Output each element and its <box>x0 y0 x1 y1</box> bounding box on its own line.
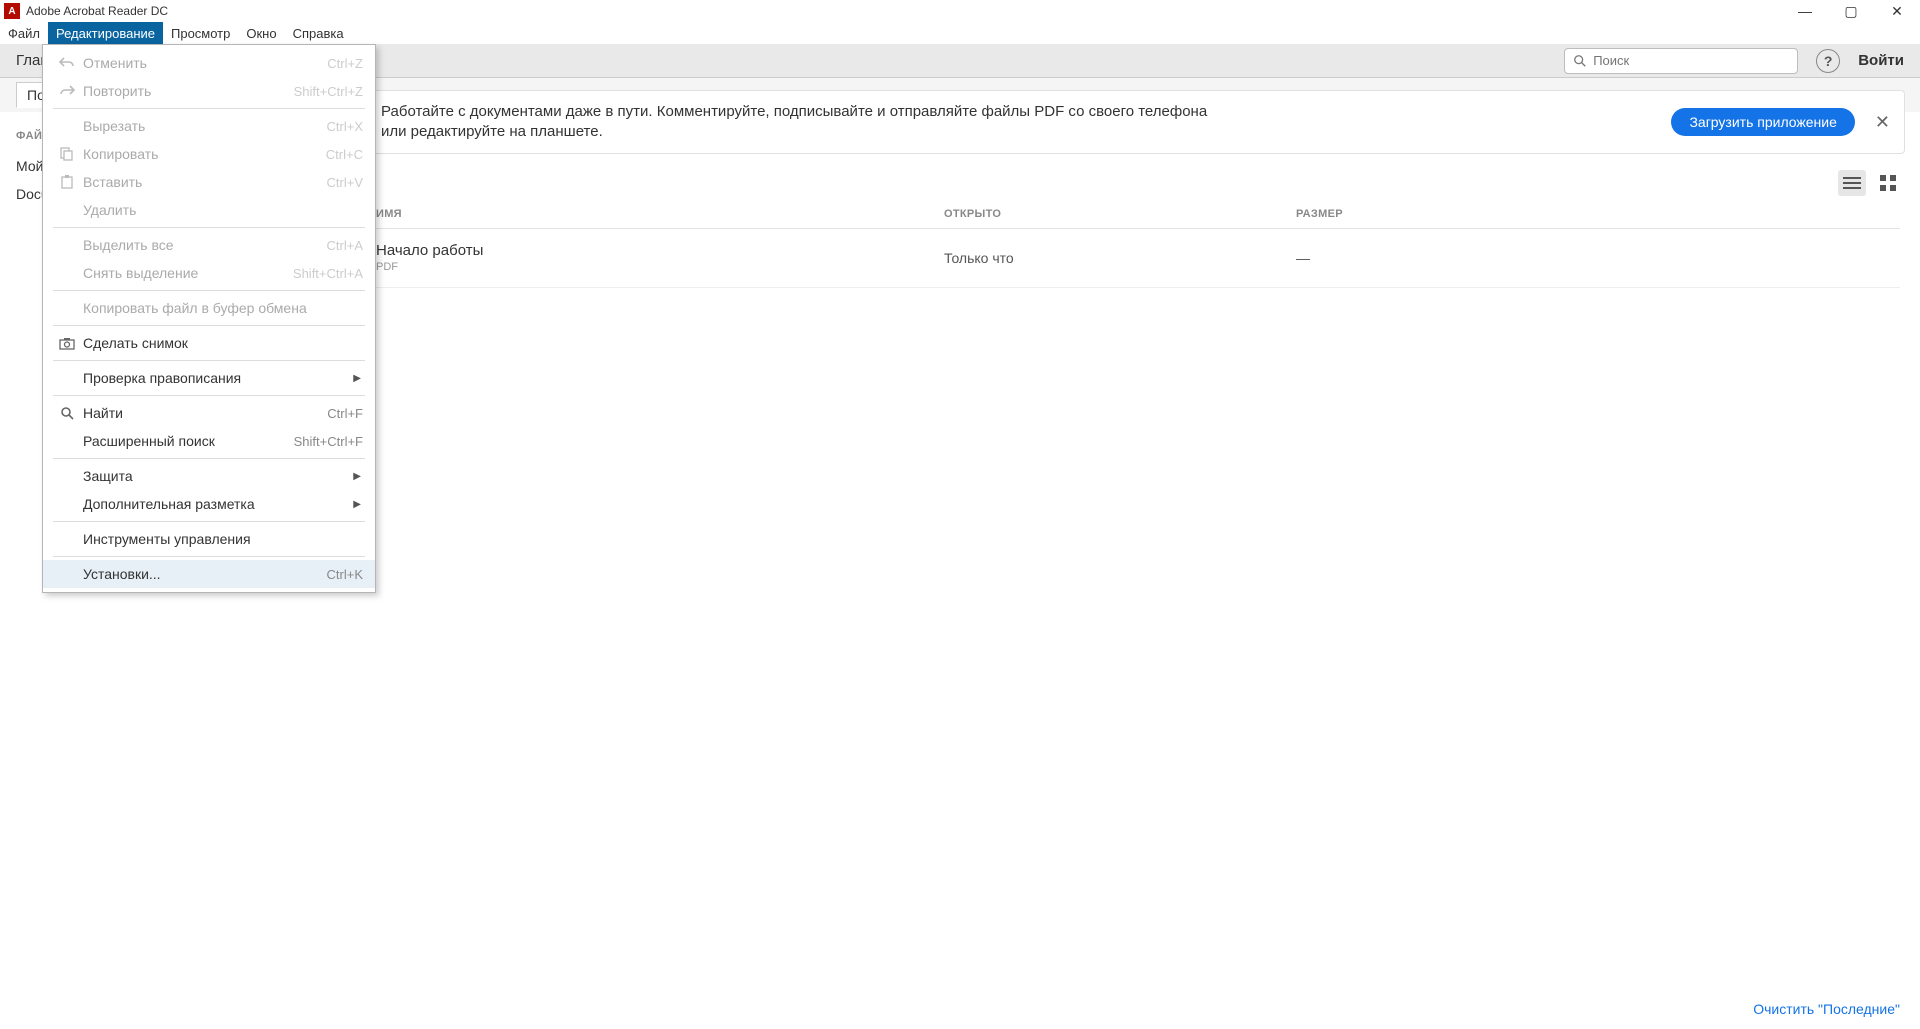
clear-recent-link[interactable]: Очистить "Последние" <box>1753 1001 1900 1017</box>
menuitem-redo[interactable]: Повторить Shift+Ctrl+Z <box>43 77 375 105</box>
search-input[interactable] <box>1593 53 1789 68</box>
redo-icon <box>55 84 79 98</box>
menuitem-spellcheck[interactable]: Проверка правописания ▶ <box>43 364 375 392</box>
window-title: Adobe Acrobat Reader DC <box>26 4 168 18</box>
menuitem-tools[interactable]: Инструменты управления <box>43 525 375 553</box>
col-name[interactable]: ИМЯ <box>376 208 944 220</box>
paste-icon <box>55 175 79 189</box>
menu-edit[interactable]: Редактирование <box>48 22 163 44</box>
banner-text: Работайте с документами даже в пути. Ком… <box>381 102 1653 143</box>
menuitem-undo[interactable]: Отменить Ctrl+Z <box>43 49 375 77</box>
login-button[interactable]: Войти <box>1858 52 1904 69</box>
menuitem-delete[interactable]: Удалить <box>43 196 375 224</box>
menuitem-copy[interactable]: Копировать Ctrl+C <box>43 140 375 168</box>
menuitem-accessibility[interactable]: Дополнительная разметка ▶ <box>43 490 375 518</box>
view-toggle <box>1838 170 1902 196</box>
menu-window[interactable]: Окно <box>238 22 284 44</box>
copy-icon <box>55 147 79 161</box>
file-type: PDF <box>376 261 944 273</box>
search-icon <box>1573 54 1587 68</box>
minimize-button[interactable]: — <box>1782 0 1828 22</box>
table-header: ИМЯ ОТКРЫТО РАЗМЕР <box>376 208 1900 229</box>
file-size: — <box>1296 250 1900 266</box>
titlebar: A Adobe Acrobat Reader DC — ▢ ✕ <box>0 0 1920 22</box>
list-view-button[interactable] <box>1838 170 1866 196</box>
search-icon <box>55 406 79 421</box>
menuitem-paste[interactable]: Вставить Ctrl+V <box>43 168 375 196</box>
menuitem-find[interactable]: Найти Ctrl+F <box>43 399 375 427</box>
search-box[interactable] <box>1564 48 1798 74</box>
menuitem-copyfile[interactable]: Копировать файл в буфер обмена <box>43 294 375 322</box>
maximize-button[interactable]: ▢ <box>1828 0 1874 22</box>
menuitem-deselect[interactable]: Снять выделение Shift+Ctrl+A <box>43 259 375 287</box>
menu-file[interactable]: Файл <box>0 22 48 44</box>
promo-banner: Работайте с документами даже в пути. Ком… <box>300 90 1905 154</box>
menuitem-protect[interactable]: Защита ▶ <box>43 462 375 490</box>
submenu-arrow-icon: ▶ <box>353 373 361 384</box>
menuitem-advfind[interactable]: Расширенный поиск Shift+Ctrl+F <box>43 427 375 455</box>
camera-icon <box>55 337 79 350</box>
undo-icon <box>55 56 79 70</box>
file-opened: Только что <box>944 250 1296 266</box>
submenu-arrow-icon: ▶ <box>353 499 361 510</box>
file-name: Начало работы <box>376 242 944 259</box>
col-size[interactable]: РАЗМЕР <box>1296 208 1900 220</box>
col-opened[interactable]: ОТКРЫТО <box>944 208 1296 220</box>
menuitem-preferences[interactable]: Установки... Ctrl+K <box>43 560 375 588</box>
menu-help[interactable]: Справка <box>285 22 352 44</box>
banner-close-button[interactable]: ✕ <box>1875 112 1890 133</box>
menuitem-snapshot[interactable]: Сделать снимок <box>43 329 375 357</box>
menuitem-cut[interactable]: Вырезать Ctrl+X <box>43 112 375 140</box>
menuitem-selectall[interactable]: Выделить все Ctrl+A <box>43 231 375 259</box>
submenu-arrow-icon: ▶ <box>353 471 361 482</box>
app-icon: A <box>4 3 20 19</box>
help-button[interactable]: ? <box>1816 49 1840 73</box>
table-row[interactable]: Начало работы PDF Только что — <box>300 232 1900 288</box>
download-app-button[interactable]: Загрузить приложение <box>1671 108 1854 136</box>
grid-view-button[interactable] <box>1874 170 1902 196</box>
close-button[interactable]: ✕ <box>1874 0 1920 22</box>
menubar: Файл Редактирование Просмотр Окно Справк… <box>0 22 1920 44</box>
edit-menu-dropdown: Отменить Ctrl+Z Повторить Shift+Ctrl+Z В… <box>42 44 376 593</box>
menu-view[interactable]: Просмотр <box>163 22 238 44</box>
